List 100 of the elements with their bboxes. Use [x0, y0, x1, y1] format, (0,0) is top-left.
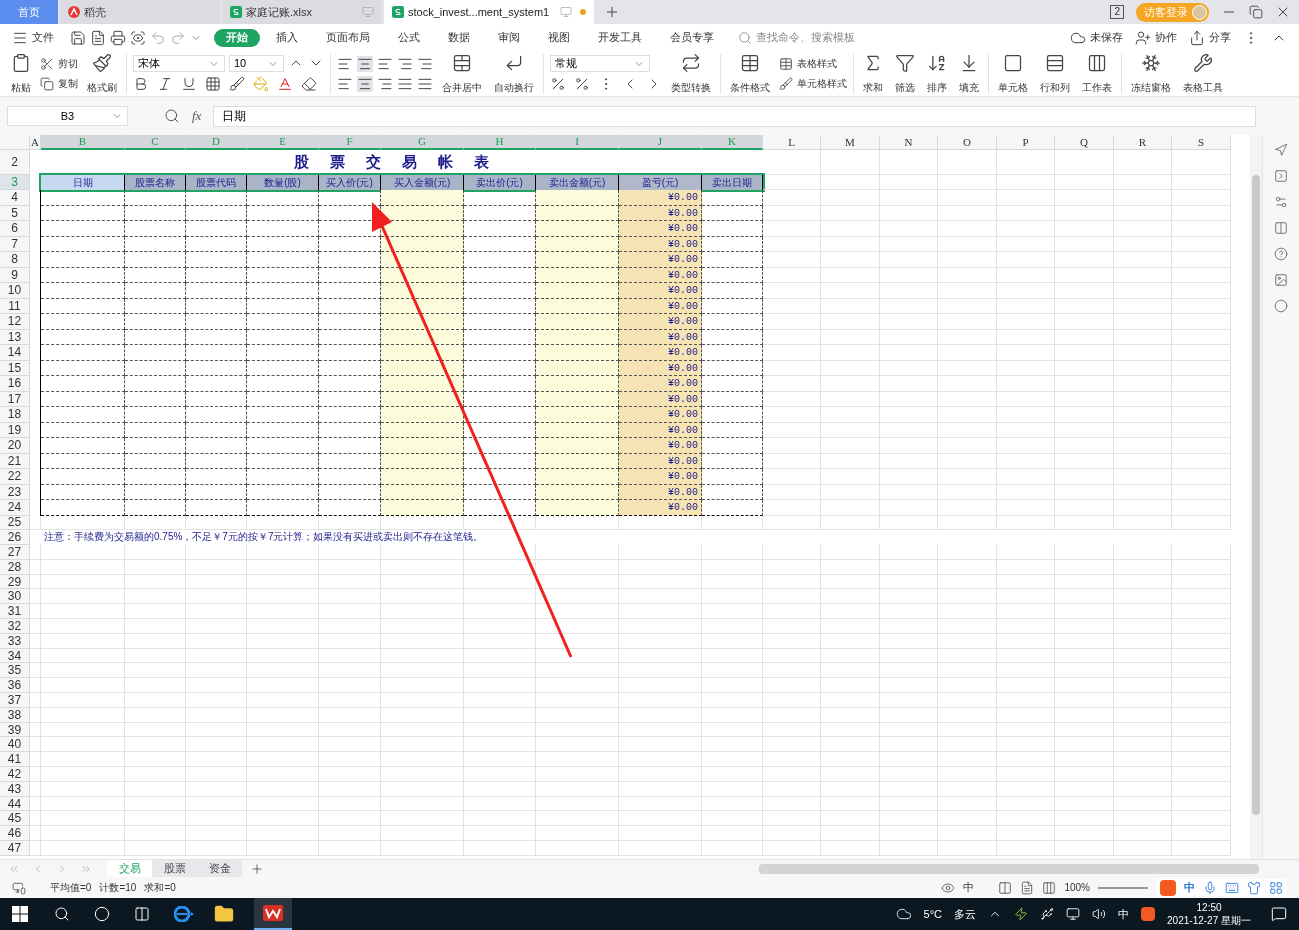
- column-heading: 股票名称: [125, 175, 186, 190]
- table-cell: ¥0.00: [619, 376, 702, 392]
- table-cell: ¥0.00: [619, 438, 702, 454]
- temperature[interactable]: 5°C: [923, 905, 943, 923]
- input-language[interactable]: 中: [1118, 905, 1130, 923]
- font-size-dropdown[interactable]: 10: [229, 55, 284, 72]
- filter-button[interactable]: 筛选: [892, 52, 918, 95]
- formula-field[interactable]: 日期: [213, 105, 1256, 127]
- number-format-dropdown[interactable]: 常规: [550, 55, 650, 72]
- worksheet-button[interactable]: 工作表: [1079, 52, 1115, 95]
- column-heading: 卖出日期: [702, 175, 763, 190]
- row-header[interactable]: 40: [0, 737, 30, 753]
- type-convert-button[interactable]: 类型转换: [668, 52, 714, 95]
- column-header[interactable]: R: [1114, 135, 1172, 150]
- wrap-text-button[interactable]: 自动换行: [491, 52, 537, 95]
- fill-button[interactable]: 填充: [956, 52, 982, 95]
- column-heading: 盈亏(元): [619, 175, 702, 190]
- table-tools-button[interactable]: 表格工具: [1180, 52, 1226, 95]
- ribbon-tab[interactable]: 页面布局: [314, 28, 382, 47]
- ribbon-tab[interactable]: 数据: [436, 28, 482, 47]
- row-header[interactable]: 27: [0, 545, 30, 560]
- cell-style-button[interactable]: 单元格样式: [779, 73, 847, 94]
- copy-button[interactable]: 复制: [40, 73, 78, 94]
- row-header[interactable]: 47: [0, 841, 30, 856]
- conditional-format-button[interactable]: 条件格式: [727, 52, 773, 95]
- merge-center-button[interactable]: 合并居中: [439, 52, 485, 95]
- column-heading: 日期: [41, 175, 125, 190]
- row-header[interactable]: 2: [0, 150, 30, 175]
- ribbon-tab[interactable]: 插入: [264, 28, 310, 47]
- paste-button[interactable]: 粘贴: [8, 52, 34, 95]
- sort-button[interactable]: 排序: [924, 52, 950, 95]
- row-header[interactable]: 30: [0, 589, 30, 605]
- ribbon-tab[interactable]: 视图: [536, 28, 582, 47]
- freeze-panes-button[interactable]: 冻结窗格: [1128, 52, 1174, 95]
- row-header[interactable]: 8: [0, 252, 30, 268]
- row-header[interactable]: 45: [0, 811, 30, 827]
- row-header[interactable]: 16: [0, 376, 30, 392]
- cell-button[interactable]: 单元格: [995, 52, 1031, 95]
- ribbon-tab[interactable]: 开发工具: [586, 28, 654, 47]
- row-header[interactable]: 24: [0, 500, 30, 516]
- function-icon[interactable]: fx: [192, 106, 202, 126]
- row-header[interactable]: 37: [0, 693, 30, 708]
- sheet-tab[interactable]: 股票: [152, 859, 197, 878]
- row-header[interactable]: 46: [0, 826, 30, 842]
- font-dropdown[interactable]: 宋体: [133, 55, 225, 72]
- row-header[interactable]: 6: [0, 221, 30, 237]
- command-search-field[interactable]: 查找命令、搜索模板: [738, 29, 866, 46]
- name-box[interactable]: B3: [7, 106, 128, 126]
- column-header[interactable]: P: [997, 135, 1055, 150]
- language-button[interactable]: 中: [963, 879, 975, 896]
- column-header[interactable]: Q: [1055, 135, 1114, 150]
- page-count-badge[interactable]: 2: [1110, 5, 1124, 19]
- row-header[interactable]: 36: [0, 678, 30, 694]
- row-header[interactable]: 31: [0, 604, 30, 620]
- column-heading: 买入金额(元): [381, 175, 464, 190]
- row-header[interactable]: 22: [0, 469, 30, 485]
- column-header[interactable]: L: [763, 135, 821, 150]
- sheet-tab[interactable]: 资金: [197, 859, 242, 878]
- table-style-button[interactable]: 表格样式: [779, 53, 847, 74]
- file-menu[interactable]: 文件: [12, 29, 54, 46]
- clock[interactable]: 12:50 2021-12-27 星期一: [1167, 901, 1251, 927]
- collaborate-button[interactable]: 协作: [1135, 29, 1177, 46]
- column-heading: 数量(股): [247, 175, 319, 190]
- weather-text[interactable]: 多云: [954, 905, 977, 923]
- row-header[interactable]: 12: [0, 314, 30, 330]
- row-header[interactable]: 26: [0, 530, 30, 546]
- ribbon-tab[interactable]: 公式: [386, 28, 432, 47]
- table-cell: ¥0.00: [619, 252, 702, 268]
- column-header[interactable]: N: [880, 135, 938, 150]
- row-header[interactable]: 42: [0, 767, 30, 782]
- row-header[interactable]: 20: [0, 438, 30, 454]
- column-header[interactable]: M: [821, 135, 880, 150]
- save-status-button[interactable]: 未保存: [1070, 29, 1123, 46]
- column-header[interactable]: S: [1172, 135, 1231, 150]
- status-stat: 平均值=0: [50, 881, 92, 895]
- ribbon-tab[interactable]: 会员专享: [658, 28, 726, 47]
- row-column-button[interactable]: 行和列: [1037, 52, 1073, 95]
- row-header[interactable]: 35: [0, 663, 30, 679]
- row-header[interactable]: 14: [0, 345, 30, 361]
- ime-mode[interactable]: 中: [1184, 879, 1195, 896]
- table-cell: ¥0.00: [619, 407, 702, 423]
- status-stat: 计数=10: [99, 881, 137, 895]
- share-button[interactable]: 分享: [1189, 29, 1231, 46]
- zoom-level[interactable]: 100%: [1064, 880, 1090, 895]
- column-header[interactable]: O: [938, 135, 997, 150]
- row-header[interactable]: 41: [0, 752, 30, 768]
- note-text: 注意：手续费为交易额的0.75%，不足￥7元的按￥7元计算；如果没有买进或卖出则不存在这笔钱。: [44, 530, 484, 545]
- ime-toolbar[interactable]: 中: [1156, 879, 1287, 896]
- document-tab[interactable]: stock_invest...ment_system1: [384, 0, 594, 24]
- table-cell: ¥0.00: [619, 500, 702, 516]
- cut-button[interactable]: 剪切: [40, 53, 78, 74]
- row-header[interactable]: 32: [0, 619, 30, 634]
- row-header[interactable]: 18: [0, 407, 30, 423]
- row-header[interactable]: 10: [0, 283, 30, 299]
- row-header[interactable]: 4: [0, 190, 30, 206]
- document-tab[interactable]: 家庭记账.xlsx: [222, 0, 382, 24]
- ribbon-tab[interactable]: 审阅: [486, 28, 532, 47]
- format-painter-button[interactable]: 格式刷: [84, 52, 120, 95]
- document-tab[interactable]: 稻壳: [60, 0, 220, 24]
- sum-button[interactable]: 求和: [860, 52, 886, 95]
